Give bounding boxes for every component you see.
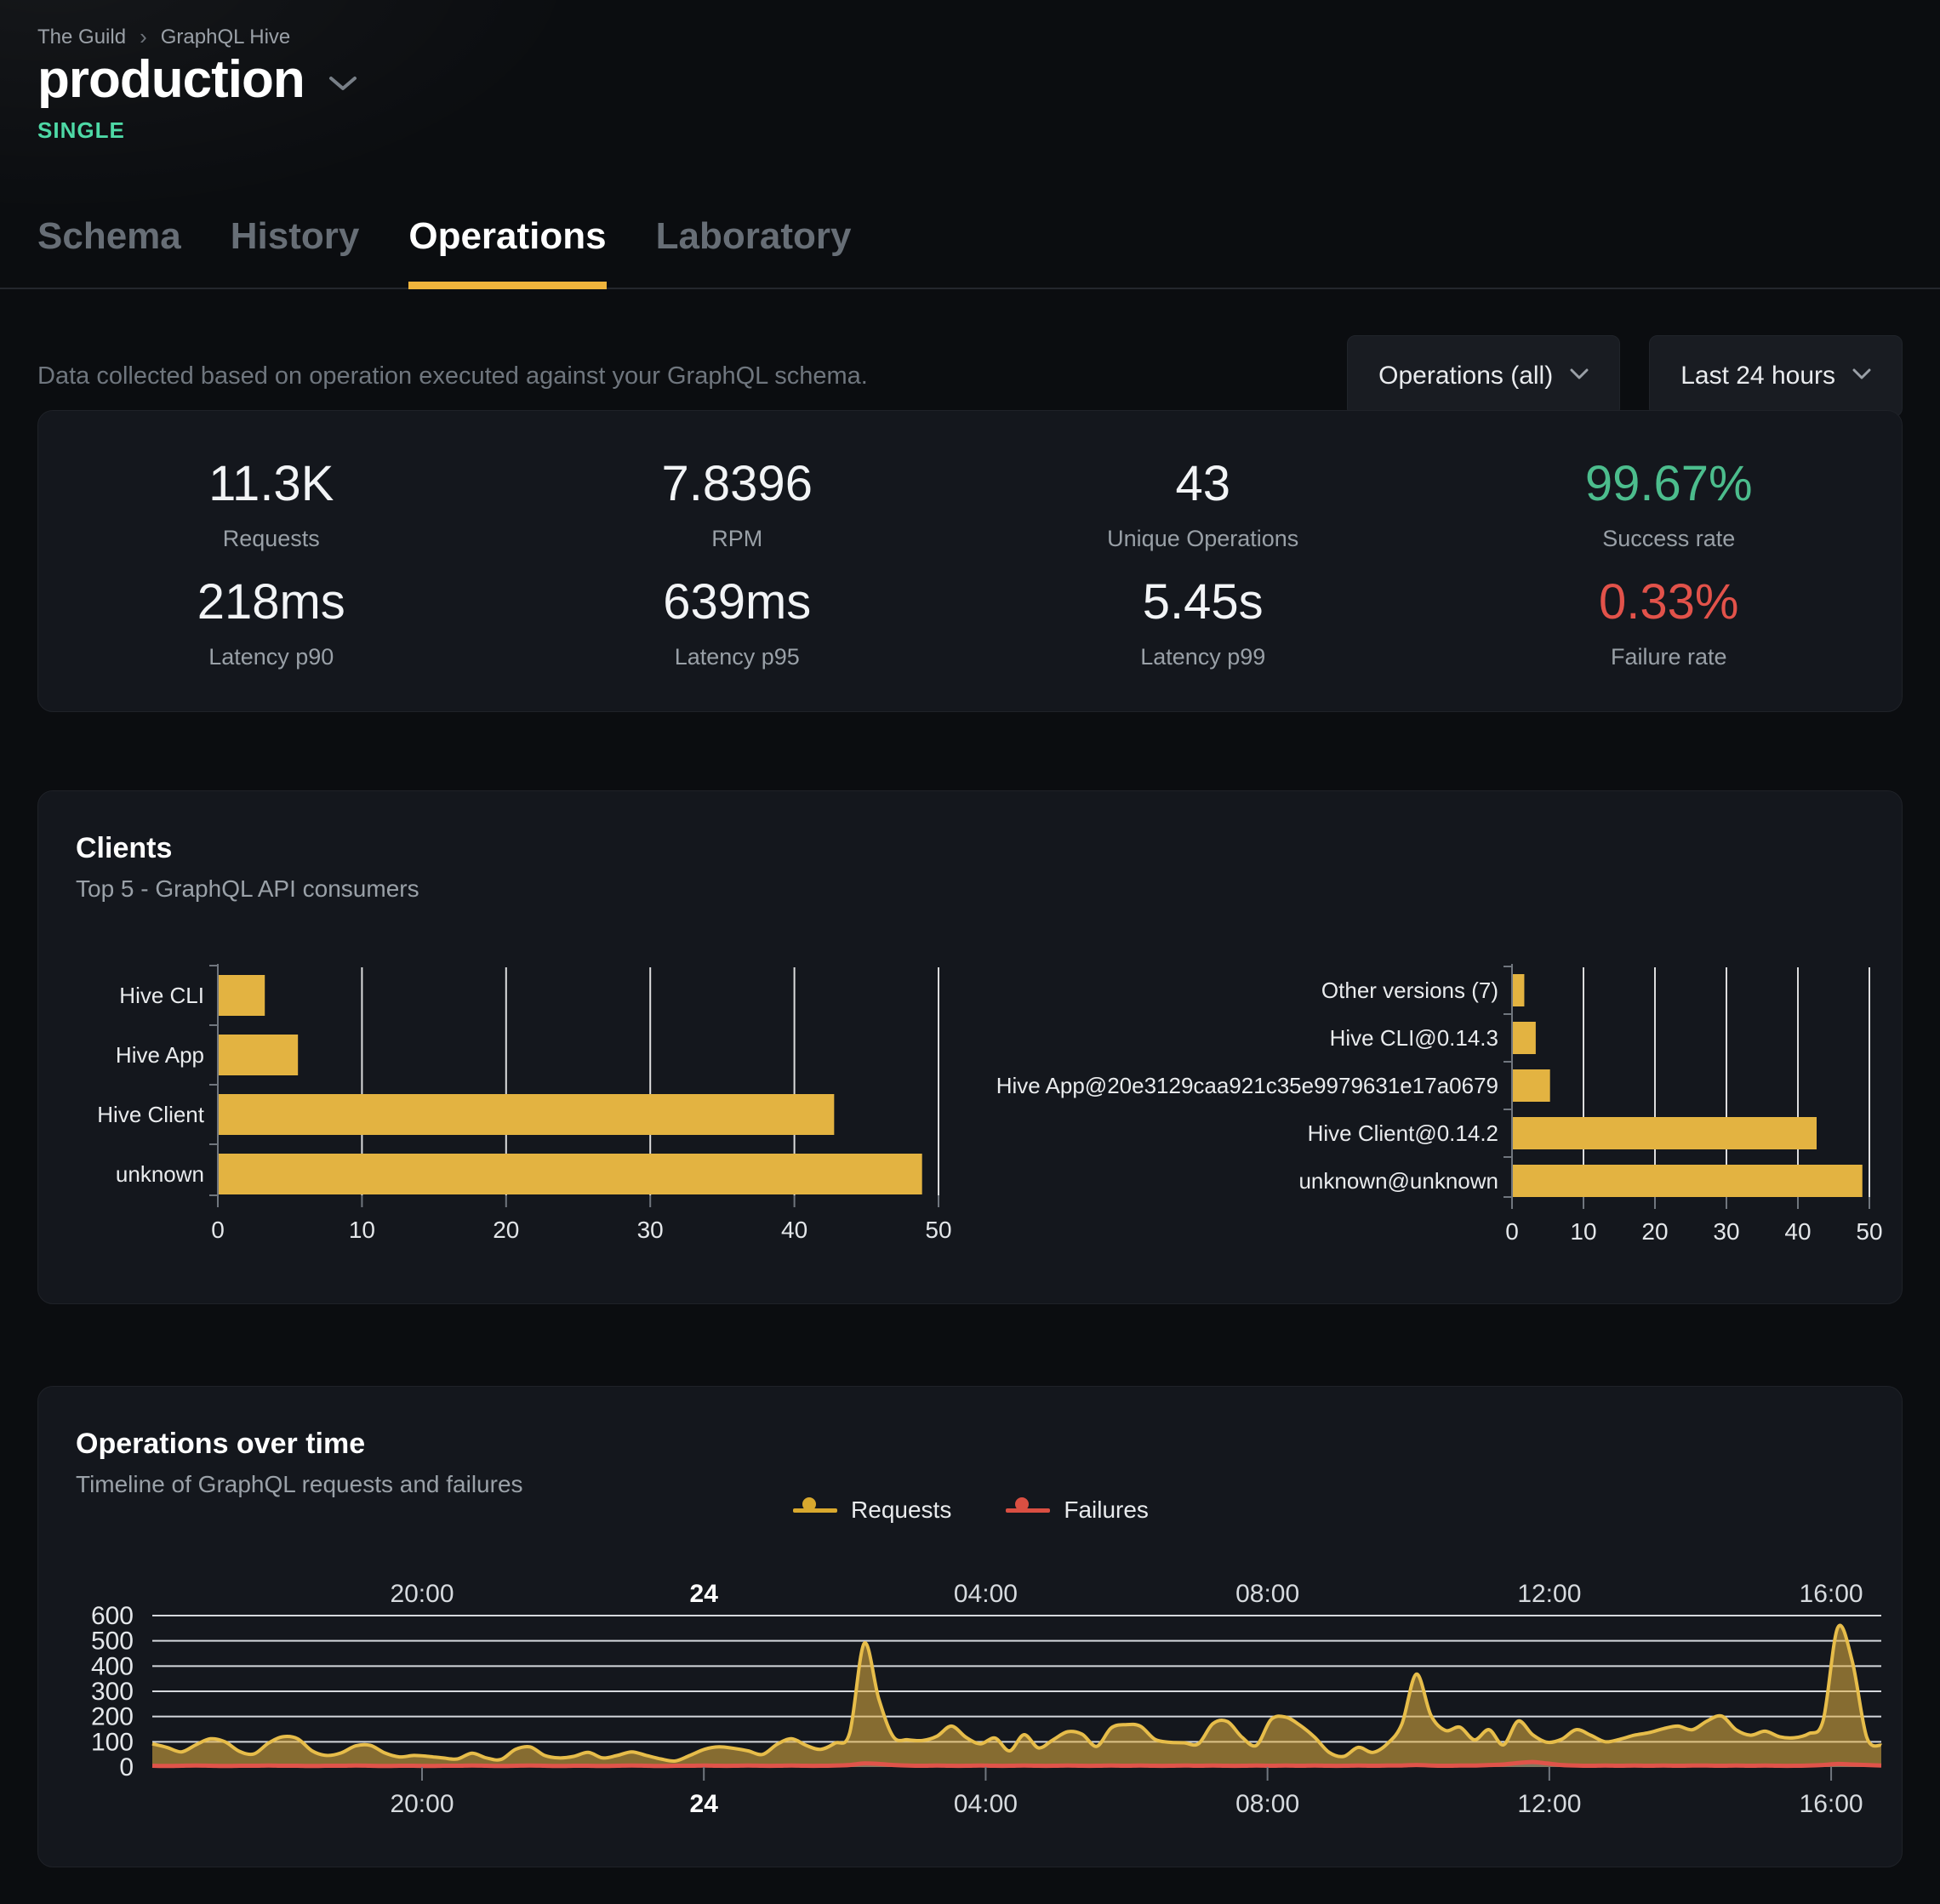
- stat-rpm: 7.8396 RPM: [505, 445, 971, 563]
- y-tick-label: 0: [119, 1753, 134, 1781]
- x-tick-label-bottom: 20:00: [390, 1790, 454, 1818]
- x-tick-label-bottom: 04:00: [954, 1790, 1018, 1818]
- bar-category-label: Hive App: [116, 1042, 204, 1068]
- x-tick-label-top: 04:00: [954, 1580, 1018, 1608]
- bar-category-label: Other versions (7): [1321, 978, 1498, 1003]
- clients-card-title: Clients: [76, 832, 1864, 865]
- x-tick-label-bottom: 24: [690, 1790, 719, 1818]
- tab-laboratory[interactable]: Laboratory: [656, 215, 852, 289]
- tab-history[interactable]: History: [231, 215, 360, 289]
- y-tick-label: 200: [91, 1703, 134, 1731]
- bar-category-label: Hive App@20e3129caa921c35e9979631e17a067…: [996, 1073, 1498, 1098]
- x-tick-label: 50: [1856, 1218, 1882, 1245]
- operations-over-time-card: Operations over time Timeline of GraphQL…: [37, 1386, 1903, 1867]
- bar-category-label: Hive Client: [97, 1102, 204, 1127]
- stat-latency-p90: 218ms Latency p90: [38, 563, 505, 681]
- y-tick-label: 100: [91, 1728, 134, 1756]
- y-tick-label: 500: [91, 1628, 134, 1656]
- stat-requests: 11.3K Requests: [38, 445, 505, 563]
- bar-category-label: unknown: [116, 1161, 204, 1187]
- x-tick-label: 0: [1505, 1218, 1519, 1245]
- breadcrumb-org[interactable]: The Guild: [37, 26, 126, 49]
- project-header: The Guild › GraphQL Hive production SING…: [0, 0, 1940, 289]
- x-tick-label-top: 12:00: [1517, 1580, 1581, 1608]
- target-type-badge: SINGLE: [37, 117, 125, 144]
- bar-hive-app-20e3129caa921c35e9979631e17a0679[interactable]: [1513, 1069, 1550, 1102]
- x-tick-label: 20: [1641, 1218, 1668, 1245]
- x-tick-label-top: 16:00: [1800, 1580, 1863, 1608]
- page-description: Data collected based on operation execut…: [37, 362, 868, 390]
- clients-card: Clients Top 5 - GraphQL API consumers Hi…: [37, 790, 1903, 1304]
- x-tick-label: 40: [781, 1217, 807, 1243]
- operations-filter-dropdown[interactable]: Operations (all): [1347, 335, 1620, 417]
- breadcrumb: The Guild › GraphQL Hive: [37, 24, 290, 50]
- clients-card-subtitle: Top 5 - GraphQL API consumers: [76, 875, 1864, 903]
- timeline-legend: Requests Failures: [38, 1496, 1903, 1525]
- clients-bar-charts-svg: Hive CLI Hive App Hive Client unknown 0 10 20 3…: [38, 920, 1903, 1260]
- filters-row: Data collected based on operation execut…: [37, 335, 1903, 417]
- chevron-down-icon: [1570, 368, 1589, 385]
- operations-timeline-svg: 0100200300400500600 20:00 20:00 24 24 04:00 04…: [38, 1575, 1903, 1830]
- stat-latency-p99: 5.45s Latency p99: [970, 563, 1436, 681]
- x-tick-label: 50: [925, 1217, 951, 1243]
- active-tab-indicator: [408, 282, 606, 289]
- x-tick-label: 10: [349, 1217, 375, 1243]
- x-tick-label-bottom: 16:00: [1800, 1790, 1863, 1818]
- target-selector-chevron-down-icon[interactable]: [328, 76, 357, 97]
- stat-success-rate: 99.67% Success rate: [1436, 445, 1903, 563]
- x-tick-label: 30: [1713, 1218, 1739, 1245]
- operations-card-title: Operations over time: [76, 1428, 1864, 1461]
- x-tick-label-bottom: 12:00: [1517, 1790, 1581, 1818]
- bar-hive-client-0-14-2[interactable]: [1513, 1117, 1817, 1149]
- bar-hive-cli-0-14-3[interactable]: [1513, 1022, 1536, 1054]
- x-tick-label-top: 20:00: [390, 1580, 454, 1608]
- bar-unknown-unknown[interactable]: [1513, 1165, 1863, 1197]
- breadcrumb-separator-icon: ›: [140, 24, 147, 50]
- breadcrumb-project[interactable]: GraphQL Hive: [161, 26, 291, 49]
- stats-summary-card: 11.3K Requests 7.8396 RPM 43 Unique Oper…: [37, 410, 1903, 712]
- tab-schema[interactable]: Schema: [37, 215, 181, 289]
- stat-latency-p95: 639ms Latency p95: [505, 563, 971, 681]
- clients-bar-chart-1: Other versions (7) Hive CLI@0.14.3 Hive Ap…: [996, 964, 1883, 1245]
- bar-category-label: Hive Client@0.14.2: [1308, 1120, 1498, 1146]
- bar-hive-app[interactable]: [219, 1035, 298, 1075]
- bar-category-label: Hive CLI: [119, 983, 204, 1008]
- failures-series-marker-icon: [1006, 1496, 1050, 1525]
- chevron-down-icon: [1852, 368, 1871, 385]
- timeline-chart: 0100200300400500600 20:00 20:00 24 24 04:00 04…: [91, 1580, 1881, 1818]
- x-tick-label: 10: [1570, 1218, 1596, 1245]
- page-title: production: [37, 49, 305, 110]
- y-tick-label: 300: [91, 1678, 134, 1706]
- operations-card-subtitle: Timeline of GraphQL requests and failure…: [76, 1471, 1864, 1498]
- y-tick-label: 600: [91, 1602, 134, 1630]
- bar-hive-client[interactable]: [219, 1094, 834, 1135]
- clients-bar-chart-0: Hive CLI Hive App Hive Client unknown 0 10 20 3…: [97, 964, 951, 1243]
- bar-other-versions-7-[interactable]: [1513, 974, 1524, 1006]
- x-tick-label-bottom: 08:00: [1235, 1790, 1299, 1818]
- tab-operations[interactable]: Operations: [408, 215, 606, 289]
- bar-category-label: Hive CLI@0.14.3: [1330, 1025, 1498, 1051]
- stat-unique-operations: 43 Unique Operations: [970, 445, 1436, 563]
- legend-item-requests[interactable]: Requests: [793, 1496, 951, 1525]
- x-tick-label: 40: [1784, 1218, 1811, 1245]
- tab-bar: Schema History Operations Laboratory: [37, 215, 851, 289]
- x-tick-label: 30: [637, 1217, 664, 1243]
- x-tick-label-top: 24: [690, 1580, 719, 1608]
- y-tick-label: 400: [91, 1652, 134, 1680]
- x-tick-label-top: 08:00: [1235, 1580, 1299, 1608]
- x-tick-label: 0: [211, 1217, 225, 1243]
- stat-failure-rate: 0.33% Failure rate: [1436, 563, 1903, 681]
- x-tick-label: 20: [493, 1217, 519, 1243]
- bar-category-label: unknown@unknown: [1298, 1168, 1498, 1194]
- bar-unknown[interactable]: [219, 1154, 922, 1194]
- bar-hive-cli[interactable]: [219, 975, 265, 1016]
- date-range-dropdown[interactable]: Last 24 hours: [1649, 335, 1903, 417]
- requests-series-marker-icon: [793, 1496, 837, 1525]
- legend-item-failures[interactable]: Failures: [1006, 1496, 1149, 1525]
